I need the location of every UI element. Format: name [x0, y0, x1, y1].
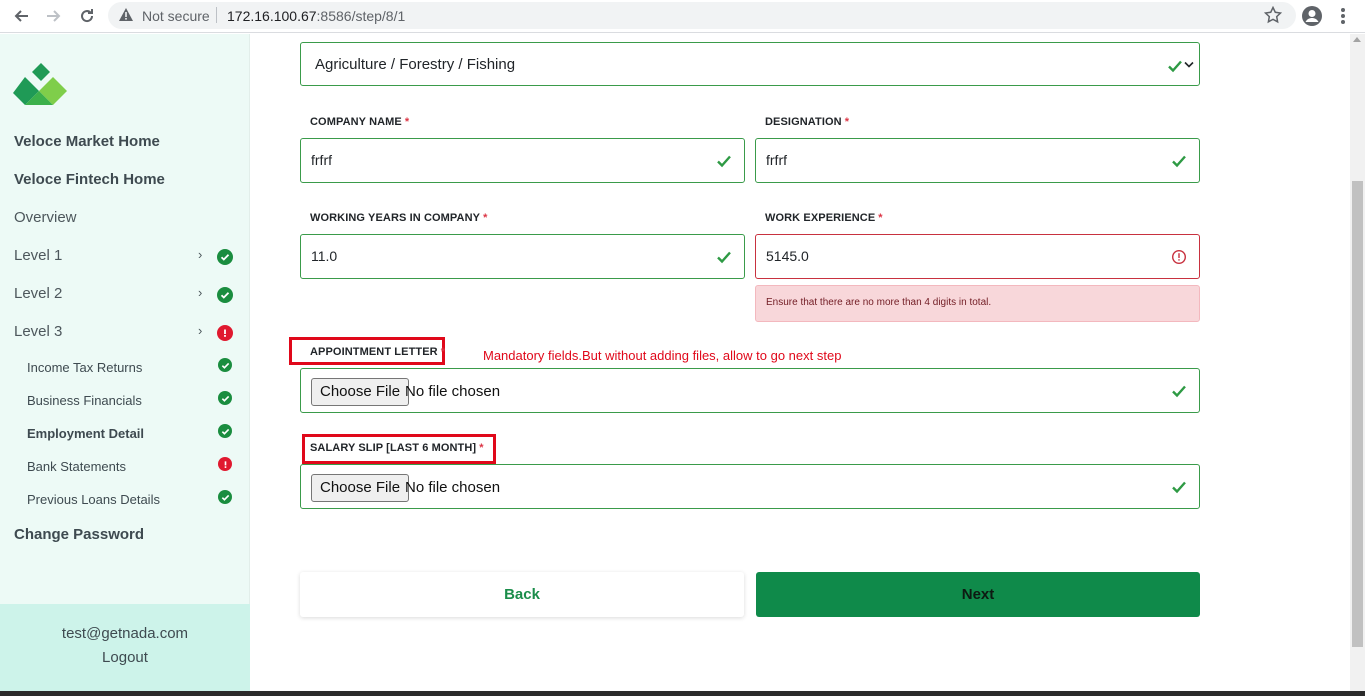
company-name-label: COMPANY NAME *	[310, 116, 409, 128]
security-status: Not secure	[142, 8, 210, 24]
required-marker: *	[440, 346, 446, 358]
work-experience-label: WORK EXPERIENCE *	[765, 212, 883, 224]
forward-arrow-icon[interactable]	[42, 4, 66, 28]
required-marker: *	[479, 442, 484, 454]
file-status: No file chosen	[405, 479, 501, 496]
brand-logo-icon	[13, 63, 67, 105]
nav-veloce-fintech-home[interactable]: Veloce Fintech Home	[14, 171, 165, 188]
file-status: No file chosen	[405, 383, 501, 400]
nav-change-password[interactable]: Change Password	[14, 526, 144, 543]
page-scrollbar[interactable]	[1350, 34, 1365, 696]
error-circle-icon	[218, 457, 232, 471]
company-name-label-text: COMPANY NAME	[310, 116, 402, 128]
required-marker: *	[404, 116, 410, 128]
sub-bank-statements[interactable]: Bank Statements	[27, 459, 126, 474]
scroll-up-arrow-icon[interactable]	[1353, 37, 1361, 42]
nav-level-2[interactable]: Level 2	[14, 285, 62, 302]
back-button[interactable]: Back	[300, 572, 744, 617]
error-circle-icon	[1171, 249, 1187, 265]
bookmark-star-icon[interactable]	[1264, 6, 1282, 24]
browser-toolbar: Not secure 172.16.100.67:8586/step/8/1	[0, 0, 1365, 33]
check-icon	[1172, 481, 1186, 494]
sidebar-footer: test@getnada.com Logout	[0, 604, 250, 696]
company-name-input[interactable]: frfrf	[300, 138, 745, 183]
designation-label-text: DESIGNATION	[765, 116, 842, 128]
sub-previous-loans-details[interactable]: Previous Loans Details	[27, 492, 160, 507]
url-text[interactable]: 172.16.100.67:8586/step/8/1	[227, 8, 405, 24]
error-circle-icon	[217, 325, 233, 341]
nav-level-3[interactable]: Level 3	[14, 323, 62, 340]
annotation-note: Mandatory fields.But without adding file…	[483, 348, 842, 363]
check-circle-icon	[217, 287, 233, 303]
user-email: test@getnada.com	[61, 625, 189, 642]
nav-level-1[interactable]: Level 1	[14, 247, 62, 264]
appointment-letter-label: APPOINTMENT LETTER *	[310, 346, 445, 358]
url-path: :8586/step/8/1	[316, 8, 406, 24]
salary-slip-label-text: SALARY SLIP [LAST 6 MONTH]	[310, 442, 477, 454]
sub-employment-detail[interactable]: Employment Detail	[27, 426, 144, 441]
working-years-label-text: WORKING YEARS IN COMPANY	[310, 212, 481, 224]
sidebar: Veloce Market Home Veloce Fintech Home O…	[0, 34, 250, 696]
work-experience-value: 5145.0	[766, 248, 809, 264]
required-marker: *	[878, 212, 883, 224]
appointment-letter-label-text: APPOINTMENT LETTER	[310, 346, 438, 358]
profile-avatar-icon[interactable]	[1301, 5, 1323, 27]
check-circle-icon	[218, 424, 232, 438]
error-message: Ensure that there are no more than 4 dig…	[766, 297, 992, 308]
chevron-right-icon[interactable]: ›	[198, 247, 202, 262]
appointment-letter-file-input[interactable]: Choose File No file chosen	[300, 368, 1200, 413]
designation-label: DESIGNATION *	[765, 116, 849, 128]
reload-icon[interactable]	[75, 4, 99, 28]
salary-slip-file-input[interactable]: Choose File No file chosen	[300, 464, 1200, 509]
chevron-down-icon[interactable]	[1184, 61, 1194, 69]
back-arrow-icon[interactable]	[9, 4, 33, 28]
choose-file-button[interactable]: Choose File	[311, 378, 410, 406]
work-experience-error: Ensure that there are no more than 4 dig…	[755, 285, 1200, 322]
check-circle-icon	[218, 358, 232, 372]
industry-select-value: Agriculture / Forestry / Fishing	[315, 56, 516, 73]
nav-veloce-market-home[interactable]: Veloce Market Home	[14, 133, 160, 150]
working-years-input[interactable]: 11.0	[300, 234, 745, 279]
choose-file-button[interactable]: Choose File	[311, 474, 410, 502]
required-marker: *	[483, 212, 488, 224]
working-years-label: WORKING YEARS IN COMPANY *	[310, 212, 487, 224]
designation-value: frfrf	[766, 152, 787, 168]
logout-link[interactable]: Logout	[0, 649, 250, 666]
check-icon	[717, 251, 731, 264]
sub-business-financials[interactable]: Business Financials	[27, 393, 142, 408]
scrollbar-thumb[interactable]	[1352, 181, 1363, 647]
sub-income-tax-returns[interactable]: Income Tax Returns	[27, 360, 142, 375]
salary-slip-label: SALARY SLIP [LAST 6 MONTH] *	[310, 442, 484, 454]
taskbar-strip	[0, 691, 1365, 696]
check-circle-icon	[217, 249, 233, 265]
check-circle-icon	[218, 391, 232, 405]
work-experience-input[interactable]: 5145.0	[755, 234, 1200, 279]
designation-input[interactable]: frfrf	[755, 138, 1200, 183]
nav-overview[interactable]: Overview	[14, 209, 77, 226]
url-host: 172.16.100.67	[227, 8, 317, 24]
omnibox-divider	[216, 7, 217, 23]
address-bar[interactable]: Not secure 172.16.100.67:8586/step/8/1	[108, 2, 1296, 29]
next-button[interactable]: Next	[756, 572, 1200, 617]
check-icon	[1168, 60, 1182, 73]
check-icon	[1172, 385, 1186, 398]
industry-select[interactable]: Agriculture / Forestry / Fishing	[300, 42, 1200, 86]
check-icon	[717, 155, 731, 168]
required-marker: *	[844, 116, 850, 128]
work-experience-label-text: WORK EXPERIENCE	[765, 212, 876, 224]
kebab-menu-icon[interactable]	[1336, 5, 1350, 27]
check-circle-icon	[218, 490, 232, 504]
warning-triangle-icon	[119, 8, 133, 21]
company-name-value: frfrf	[311, 152, 332, 168]
working-years-value: 11.0	[311, 248, 338, 264]
chevron-right-icon[interactable]: ›	[198, 323, 202, 338]
check-icon	[1172, 155, 1186, 168]
chevron-right-icon[interactable]: ›	[198, 285, 202, 300]
